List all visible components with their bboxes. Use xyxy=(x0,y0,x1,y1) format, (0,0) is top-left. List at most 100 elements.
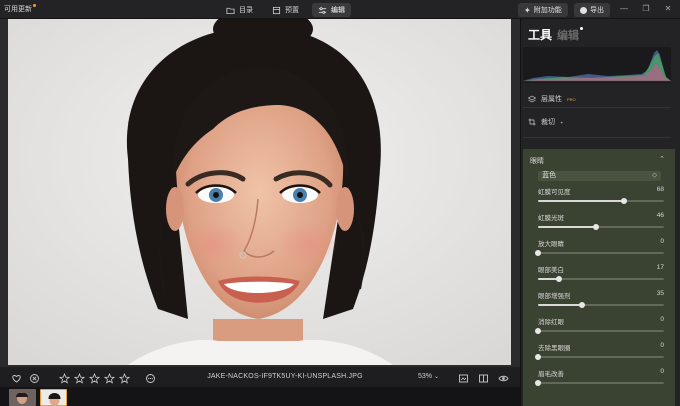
star-icon xyxy=(73,372,86,384)
export-icon xyxy=(580,6,587,14)
slider-row: 虹膜光斑 46 xyxy=(538,212,664,234)
addons-label: 附加功能 xyxy=(533,7,562,14)
pro-badge: PRO xyxy=(567,96,576,102)
slider-handle[interactable] xyxy=(535,250,541,256)
tab-catalog-label: 目录 xyxy=(239,7,253,14)
minimize-button[interactable]: — xyxy=(618,3,630,15)
sliders-icon xyxy=(318,6,327,14)
layer-properties-item[interactable]: 层属性 PRO xyxy=(528,94,576,104)
slider-handle[interactable] xyxy=(620,198,627,204)
preview-button[interactable] xyxy=(498,371,509,382)
panel-divider xyxy=(523,137,671,138)
thumbnail-image xyxy=(9,389,36,406)
slider-label: 眼部增强剂 xyxy=(538,293,571,300)
rating-star-4[interactable] xyxy=(103,371,116,384)
layers-icon xyxy=(528,95,536,103)
reject-icon xyxy=(30,374,39,383)
slider-value: 0 xyxy=(660,342,664,349)
filmstrip xyxy=(0,387,520,406)
slider-track[interactable] xyxy=(538,382,664,384)
tab-edit-secondary-label: 编辑 xyxy=(557,30,579,42)
eyes-section: 眼睛 ⌃ 蓝色 ⬦ 虹膜可见度 68 虹膜光斑 46 放大眼睛 0 眼部美白 17 眼部增强剂 3… xyxy=(523,149,675,406)
slider-label: 虹膜可见度 xyxy=(538,189,571,196)
maximize-button[interactable]: ❐ xyxy=(640,3,652,15)
slider-label: 眼部美白 xyxy=(538,267,564,274)
panel-title: 工具 xyxy=(528,28,553,42)
export-button[interactable]: 导出 xyxy=(574,3,610,17)
crop-label: 裁切 xyxy=(541,119,555,126)
rating-star-1[interactable] xyxy=(58,371,71,384)
slider-handle[interactable] xyxy=(556,276,563,282)
slider-row: 眼部增强剂 35 xyxy=(538,290,664,312)
rating-star-2[interactable] xyxy=(73,371,86,384)
slider-row: 去除黑眼圈 0 xyxy=(535,342,664,364)
star-icon xyxy=(103,372,116,384)
rating-star-5[interactable] xyxy=(118,371,131,384)
chevron-down-icon: ⌄ xyxy=(433,374,439,380)
slider-handle[interactable] xyxy=(592,224,599,230)
slider-row: 消除红眼 0 xyxy=(535,316,664,338)
zoom-dropdown[interactable]: 53% ⌄ xyxy=(418,373,439,380)
tab-edit-secondary[interactable]: 编辑 xyxy=(557,27,583,43)
slider-handle[interactable] xyxy=(535,328,541,334)
slider-track[interactable] xyxy=(538,356,664,358)
update-available-link[interactable]: 可用更新 xyxy=(4,4,36,14)
rating-star-3[interactable] xyxy=(88,371,101,384)
split-view-button[interactable] xyxy=(478,371,489,383)
slider-label: 消除红眼 xyxy=(538,319,564,326)
image-filename: JAKE-NACKOS-IF9TK5UY-KI-UNSPLASH.JPG xyxy=(207,373,363,380)
chevron-up-icon[interactable]: ⌃ xyxy=(659,155,665,163)
crop-icon xyxy=(528,118,536,126)
tab-presets-label: 预置 xyxy=(285,7,299,14)
histogram-graph xyxy=(523,50,671,82)
slider-handle[interactable] xyxy=(579,302,586,308)
split-view-icon xyxy=(479,374,488,383)
slider-row: 眉毛改善 0 xyxy=(535,368,664,390)
eyes-section-title[interactable]: 眼睛 xyxy=(530,156,544,166)
filmstrip-thumbnail-selected[interactable] xyxy=(40,389,67,406)
layer-properties-label: 层属性 xyxy=(541,96,562,103)
histogram xyxy=(523,47,671,83)
panel-divider xyxy=(523,107,671,108)
select-arrow-icon: ⬦ xyxy=(652,172,657,179)
filmstrip-thumbnail[interactable] xyxy=(9,389,36,406)
slider-value: 0 xyxy=(660,238,664,245)
portrait-image xyxy=(8,19,511,365)
tools-panel: 工具 编辑 层属性 PRO 裁切 ✦ 眼睛 ⌃ 蓝色 ⬦ 虹膜可见度 68 虹膜光斑 46… xyxy=(520,19,680,406)
maximize-icon: ❐ xyxy=(642,4,650,13)
tab-edit[interactable]: 编辑 xyxy=(312,3,351,17)
eye-color-select[interactable]: 蓝色 ⬦ xyxy=(538,171,661,181)
crop-item[interactable]: 裁切 ✦ xyxy=(528,117,563,127)
export-label: 导出 xyxy=(590,7,604,14)
favorite-button[interactable] xyxy=(11,371,22,383)
slider-label: 去除黑眼圈 xyxy=(538,345,571,352)
slider-row: 放大眼睛 0 xyxy=(535,238,664,260)
more-options-button[interactable] xyxy=(145,371,156,383)
pro-badge-crop: ✦ xyxy=(560,119,564,125)
slider-track[interactable] xyxy=(538,252,664,254)
portrait-photo[interactable] xyxy=(8,19,511,365)
slider-track[interactable] xyxy=(538,330,664,332)
slider-value: 17 xyxy=(656,264,664,271)
close-icon: ✕ xyxy=(664,4,672,13)
slider-handle[interactable] xyxy=(535,380,541,386)
tab-catalog[interactable]: 目录 xyxy=(220,3,259,17)
star-icon xyxy=(88,372,101,384)
slider-row: 虹膜可见度 68 xyxy=(538,186,664,208)
slider-fill xyxy=(538,304,583,306)
close-button[interactable]: ✕ xyxy=(662,3,674,15)
compare-button[interactable] xyxy=(458,371,469,383)
reject-button[interactable] xyxy=(29,371,40,383)
update-label: 可用更新 xyxy=(4,6,32,13)
eye-icon xyxy=(498,375,509,382)
more-icon xyxy=(146,374,155,383)
notification-dot-icon xyxy=(580,27,583,30)
slider-handle[interactable] xyxy=(535,354,541,360)
tab-presets[interactable]: 预置 xyxy=(266,3,305,17)
addons-button[interactable]: ✦ 附加功能 xyxy=(518,3,568,17)
slider-value: 0 xyxy=(660,316,664,323)
slider-value: 68 xyxy=(656,186,664,193)
image-canvas[interactable] xyxy=(0,19,520,367)
slider-fill xyxy=(538,200,624,202)
slider-value: 0 xyxy=(660,368,664,375)
